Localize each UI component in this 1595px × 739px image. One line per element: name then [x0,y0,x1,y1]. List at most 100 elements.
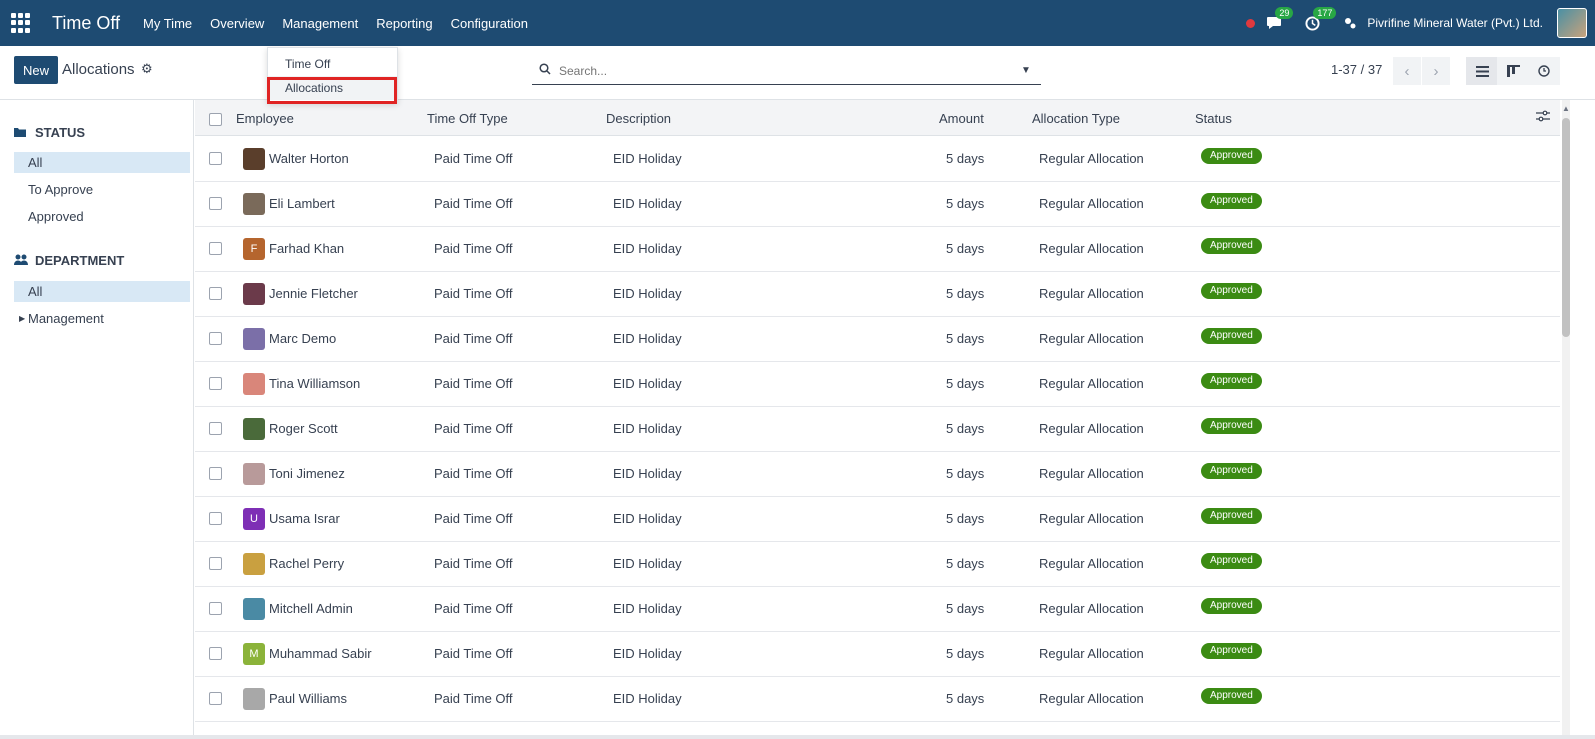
switch-company-icon[interactable] [1341,14,1359,32]
employee-name[interactable]: Muhammad Sabir [269,646,372,661]
menu-my-time[interactable]: My Time [143,16,192,31]
time-off-type: Paid Time Off [434,241,513,256]
row-checkbox[interactable] [209,557,222,570]
row-checkbox[interactable] [209,197,222,210]
employee-avatar [243,373,265,395]
employee-name[interactable]: Mitchell Admin [269,601,353,616]
table-row[interactable]: Toni Jimenez Paid Time Off EID Holiday 5 da… [195,452,1560,497]
department-item-all[interactable]: All [14,281,190,302]
employee-name[interactable]: Toni Jimenez [269,466,345,481]
scrollbar-thumb[interactable] [1562,118,1570,337]
allocation-type: Regular Allocation [1039,331,1144,346]
dropdown-item-time-off[interactable]: Time Off [268,52,397,76]
row-checkbox[interactable] [209,647,222,660]
status-badge: Approved [1201,193,1262,209]
allocation-type: Regular Allocation [1039,466,1144,481]
table-row[interactable]: Paul Williams Paid Time Off EID Holiday 5 d… [195,677,1560,722]
employee-name[interactable]: Jennie Fletcher [269,286,358,301]
optional-columns-icon[interactable] [1536,110,1550,125]
column-status[interactable]: Status [1195,111,1232,126]
scroll-up-icon[interactable]: ▲ [1562,104,1570,113]
table-row[interactable]: Roger Scott Paid Time Off EID Holiday 5 day… [195,407,1560,452]
row-checkbox[interactable] [209,422,222,435]
status-item-all[interactable]: All [14,152,190,173]
row-checkbox[interactable] [209,332,222,345]
menu-reporting[interactable]: Reporting [376,16,432,31]
allocation-type: Regular Allocation [1039,601,1144,616]
employee-name[interactable]: Paul Williams [269,691,347,706]
table-row[interactable]: Marc Demo Paid Time Off EID Holiday 5 days R… [195,317,1560,362]
gear-icon[interactable]: ⚙ [141,61,153,77]
column-time-off-type[interactable]: Time Off Type [427,111,508,126]
menu-overview[interactable]: Overview [210,16,264,31]
column-amount[interactable]: Amount [939,111,984,126]
employee-name[interactable]: Rachel Perry [269,556,344,571]
search-options-caret-icon[interactable]: ▼ [1021,65,1037,76]
department-item-management[interactable]: ▶ Management [14,308,190,329]
time-off-type: Paid Time Off [434,151,513,166]
employee-name[interactable]: Eli Lambert [269,196,335,211]
table-row[interactable]: Eli Lambert Paid Time Off EID Holiday 5 day… [195,182,1560,227]
employee-name[interactable]: Tina Williamson [269,376,360,391]
amount: 5 days [946,196,985,211]
kanban-view-icon[interactable] [1497,57,1529,85]
row-checkbox[interactable] [209,377,222,390]
dropdown-item-allocations[interactable]: Allocations [268,76,397,100]
apps-grid-icon[interactable] [11,13,31,33]
app-title[interactable]: Time Off [52,13,120,34]
activity-view-icon[interactable] [1528,57,1560,85]
status-item-to-approve[interactable]: To Approve [14,179,190,200]
table-row[interactable]: F Farhad Khan Paid Time Off EID Holiday 5 da… [195,227,1560,272]
table-row[interactable]: Walter Horton Paid Time Off EID Holiday 5 d… [195,137,1560,182]
row-checkbox[interactable] [209,512,222,525]
row-checkbox[interactable] [209,602,222,615]
row-checkbox[interactable] [209,692,222,705]
pager-value[interactable]: 1-37 / 37 [1331,62,1382,77]
employee-name[interactable]: Usama Israr [269,511,340,526]
column-employee[interactable]: Employee [236,111,294,126]
employee-name[interactable]: Roger Scott [269,421,338,436]
company-name[interactable]: Pivrifine Mineral Water (Pvt.) Ltd. [1367,16,1543,30]
table-row[interactable]: Mitchell Admin Paid Time Off EID Holiday 5 … [195,587,1560,632]
row-checkbox[interactable] [209,242,222,255]
row-checkbox[interactable] [209,152,222,165]
table-row[interactable]: M Muhammad Sabir Paid Time Off EID Holiday 5… [195,632,1560,677]
folder-icon [14,126,30,140]
employee-name[interactable]: Marc Demo [269,331,336,346]
horizontal-scrollbar[interactable] [0,735,1595,739]
vertical-scrollbar[interactable]: ▲ [1560,100,1595,739]
select-all-checkbox[interactable] [209,113,222,126]
employee-name[interactable]: Walter Horton [269,151,349,166]
column-description[interactable]: Description [606,111,671,126]
status-badge: Approved [1201,643,1262,659]
search-input[interactable] [559,63,1021,78]
new-button[interactable]: New [14,56,58,84]
status-badge: Approved [1201,463,1262,479]
allocation-type: Regular Allocation [1039,691,1144,706]
status-badge: Approved [1201,508,1262,524]
search-bar[interactable]: ▼ [532,57,1041,85]
row-checkbox[interactable] [209,467,222,480]
user-avatar[interactable] [1557,8,1587,38]
caret-right-icon[interactable]: ▶ [19,308,25,329]
menu-management[interactable]: Management [282,16,358,31]
status-item-approved[interactable]: Approved [14,206,190,227]
pager-next-icon[interactable]: › [1422,57,1450,85]
table-row[interactable]: Rachel Perry Paid Time Off EID Holiday 5 da… [195,542,1560,587]
list-view-icon[interactable] [1466,57,1498,85]
record-dot-icon[interactable] [1246,18,1256,28]
table-row[interactable]: Tina Williamson Paid Time Off EID Holiday 5… [195,362,1560,407]
allocation-type: Regular Allocation [1039,511,1144,526]
description: EID Holiday [613,376,682,391]
pager-prev-icon[interactable]: ‹ [1393,57,1421,85]
status-badge: Approved [1201,418,1262,434]
table-row[interactable]: Jennie Fletcher Paid Time Off EID Holiday 5… [195,272,1560,317]
clock-icon[interactable]: 177 [1303,7,1337,32]
description: EID Holiday [613,241,682,256]
column-allocation-type[interactable]: Allocation Type [1032,111,1120,126]
menu-configuration[interactable]: Configuration [451,16,528,31]
chat-icon[interactable]: 29 [1265,7,1294,32]
row-checkbox[interactable] [209,287,222,300]
table-row[interactable]: U Usama Israr Paid Time Off EID Holiday 5 da… [195,497,1560,542]
employee-name[interactable]: Farhad Khan [269,241,344,256]
